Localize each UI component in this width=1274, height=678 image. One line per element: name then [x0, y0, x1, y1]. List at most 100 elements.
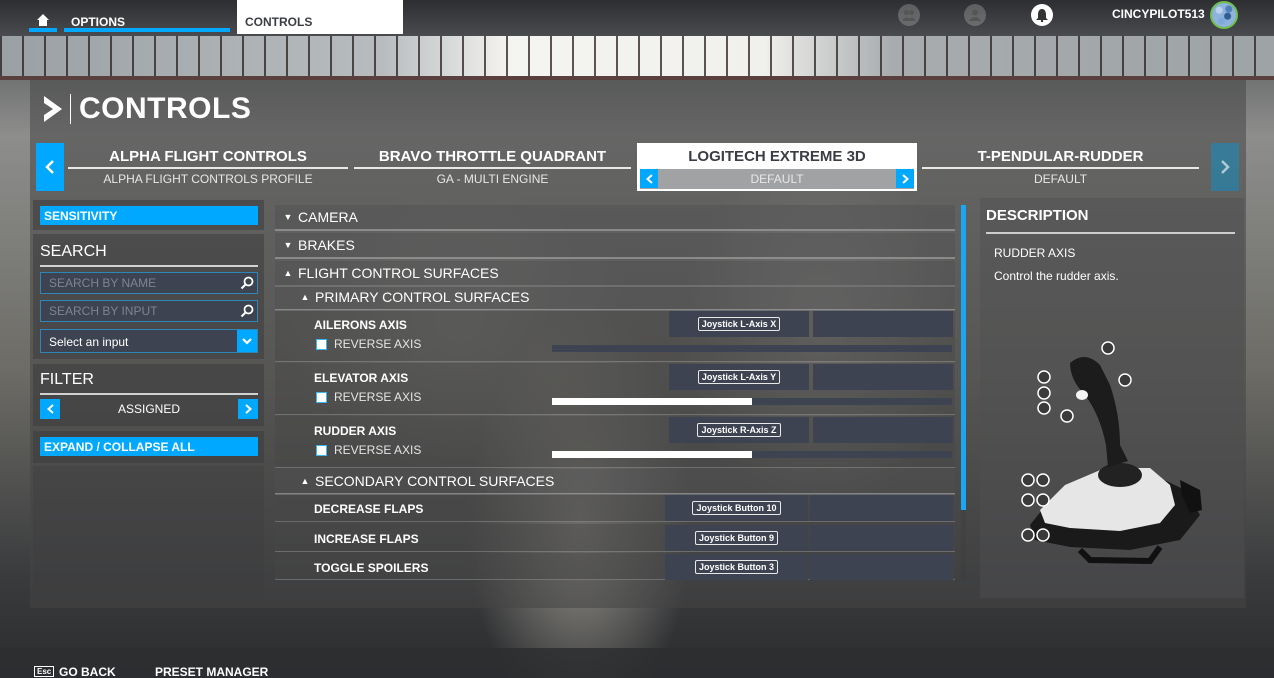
input-slot-2[interactable] — [810, 495, 953, 521]
scrollbar-thumb[interactable] — [961, 205, 966, 510]
binding-row-rudder-axis[interactable]: RUDDER AXIS REVERSE AXIS Joystick R-Axis… — [275, 416, 955, 468]
filter-previous-button[interactable] — [40, 399, 60, 419]
category-flight-control-surfaces[interactable]: ▲ FLIGHT CONTROL SURFACES — [275, 261, 955, 287]
search-heading: SEARCH — [40, 243, 258, 267]
notifications-bell-icon — [1036, 8, 1048, 22]
profile-button[interactable] — [964, 4, 986, 26]
binding-row-ailerons-axis[interactable]: AILERONS AXIS REVERSE AXIS Joystick L-Ax… — [275, 310, 955, 362]
chevron-right-icon — [901, 173, 909, 184]
sensitivity-button[interactable]: SENSITIVITY — [40, 206, 258, 225]
sidebar-empty-box — [33, 466, 264, 599]
chevron-left-icon — [645, 173, 653, 184]
category-label: CAMERA — [298, 209, 358, 225]
axis-value-bar — [552, 398, 952, 405]
input-slot-1[interactable]: Joystick L-Axis Y — [669, 364, 809, 390]
home-tab[interactable] — [29, 12, 57, 32]
subcategory-label: SECONDARY CONTROL SURFACES — [315, 473, 555, 489]
chevron-up-icon: ▲ — [300, 292, 310, 302]
chevron-down-icon: ▼ — [283, 212, 293, 222]
input-slot-2[interactable] — [813, 364, 953, 390]
notifications-button[interactable] — [1031, 4, 1053, 26]
username[interactable]: CINCYPILOT513 — [1112, 7, 1205, 21]
axis-value-fill — [552, 398, 752, 405]
input-slot-1[interactable]: Joystick L-Axis X — [669, 311, 809, 337]
binding-row-toggle-spoilers[interactable]: TOGGLE SPOILERS Joystick Button 3 — [275, 553, 955, 580]
input-keycap: Joystick Button 9 — [694, 531, 778, 545]
device-profile: DEFAULT — [750, 172, 804, 186]
reverse-axis-checkbox[interactable] — [316, 391, 327, 403]
device-tab[interactable]: ALPHA FLIGHT CONTROLS ALPHA FLIGHT CONTR… — [68, 143, 348, 191]
input-keycap: Joystick Button 10 — [692, 501, 781, 515]
device-name: BRAVO THROTTLE QUADRANT — [354, 143, 631, 169]
input-keycap: Joystick R-Axis Z — [697, 423, 781, 437]
chevron-left-icon — [46, 404, 54, 414]
input-slot-2[interactable] — [810, 525, 953, 551]
next-device-button[interactable] — [1211, 143, 1239, 191]
search-by-name-field[interactable] — [40, 272, 258, 294]
input-slot-1[interactable]: Joystick Button 3 — [665, 554, 808, 580]
input-slot-1[interactable]: Joystick Button 9 — [665, 525, 808, 551]
reverse-axis-toggle[interactable]: REVERSE AXIS — [316, 443, 421, 457]
filter-next-button[interactable] — [238, 399, 258, 419]
input-keycap: Joystick L-Axis X — [697, 317, 781, 331]
search-by-name-input[interactable] — [41, 273, 231, 293]
top-bar: OPTIONS CONTROLS CINCYPILOT513 — [0, 0, 1274, 36]
chevron-up-icon: ▲ — [283, 268, 293, 278]
next-profile-button[interactable] — [896, 169, 914, 188]
reverse-axis-checkbox[interactable] — [316, 338, 327, 350]
previous-device-button[interactable] — [36, 143, 64, 191]
device-profile: ALPHA FLIGHT CONTROLS PROFILE — [103, 172, 313, 186]
controls-tab[interactable]: CONTROLS — [237, 0, 403, 34]
chevron-down-icon — [242, 337, 252, 345]
chevron-up-icon: ▲ — [300, 476, 310, 486]
reverse-axis-checkbox[interactable] — [316, 444, 327, 456]
input-slot-1[interactable]: Joystick Button 10 — [665, 495, 808, 521]
input-slot-2[interactable] — [810, 554, 953, 580]
category-camera[interactable]: ▼ CAMERA — [275, 205, 955, 231]
binding-row-elevator-axis[interactable]: ELEVATOR AXIS REVERSE AXIS Joystick L-Ax… — [275, 363, 955, 415]
preset-manager-button[interactable]: PRESET MANAGER — [155, 665, 268, 678]
go-back-button[interactable]: GO BACK — [59, 665, 116, 678]
search-by-input-field[interactable] — [40, 300, 258, 322]
device-tab[interactable]: T-PENDULAR-RUDDER DEFAULT — [922, 143, 1199, 191]
avatar[interactable] — [1210, 1, 1238, 29]
device-tab[interactable]: BRAVO THROTTLE QUADRANT GA - MULTI ENGIN… — [354, 143, 631, 191]
input-slot-2[interactable] — [813, 311, 953, 337]
binding-label: INCREASE FLAPS — [314, 532, 419, 546]
input-keycap: Joystick Button 3 — [694, 560, 778, 574]
binding-label: TOGGLE SPOILERS — [314, 561, 429, 575]
reverse-axis-label: REVERSE AXIS — [334, 337, 422, 351]
category-label: FLIGHT CONTROL SURFACES — [298, 265, 499, 281]
reverse-axis-toggle[interactable]: REVERSE AXIS — [316, 337, 421, 351]
reverse-axis-toggle[interactable]: REVERSE AXIS — [316, 390, 421, 404]
device-name: T-PENDULAR-RUDDER — [922, 143, 1199, 169]
binding-row-increase-flaps[interactable]: INCREASE FLAPS Joystick Button 9 — [275, 524, 955, 552]
search-by-input-input[interactable] — [41, 301, 231, 321]
binding-label: RUDDER AXIS — [314, 424, 397, 438]
device-tab-selected[interactable]: LOGITECH EXTREME 3D DEFAULT — [637, 143, 917, 191]
filter-selector: ASSIGNED — [40, 399, 258, 419]
reverse-axis-label: REVERSE AXIS — [334, 390, 422, 404]
description-heading: DESCRIPTION — [986, 207, 1235, 234]
search-icon — [240, 304, 254, 318]
input-slot-1[interactable]: Joystick R-Axis Z — [669, 417, 809, 443]
binding-label: ELEVATOR AXIS — [314, 371, 409, 385]
category-label: BRAKES — [298, 237, 355, 253]
binding-row-decrease-flaps[interactable]: DECREASE FLAPS Joystick Button 10 — [275, 494, 955, 522]
binding-label: AILERONS AXIS — [314, 318, 407, 332]
home-icon — [37, 14, 49, 26]
axis-value-bar — [552, 345, 952, 352]
category-brakes[interactable]: ▼ BRAKES — [275, 233, 955, 259]
expand-collapse-all-button[interactable]: EXPAND / COLLAPSE ALL — [40, 437, 258, 456]
input-slot-2[interactable] — [813, 417, 953, 443]
options-tab[interactable]: OPTIONS — [64, 12, 230, 32]
dropdown-toggle[interactable] — [237, 330, 257, 352]
previous-profile-button[interactable] — [640, 169, 658, 188]
friends-icon — [902, 10, 916, 21]
esc-key-icon: Esc — [34, 666, 55, 677]
subcategory-primary-control-surfaces[interactable]: ▲ PRIMARY CONTROL SURFACES — [275, 285, 955, 311]
options-tab-label: OPTIONS — [71, 15, 126, 29]
select-input-dropdown[interactable]: Select an input — [40, 329, 258, 353]
subcategory-secondary-control-surfaces[interactable]: ▲ SECONDARY CONTROL SURFACES — [275, 469, 955, 495]
friends-button[interactable] — [898, 4, 920, 26]
